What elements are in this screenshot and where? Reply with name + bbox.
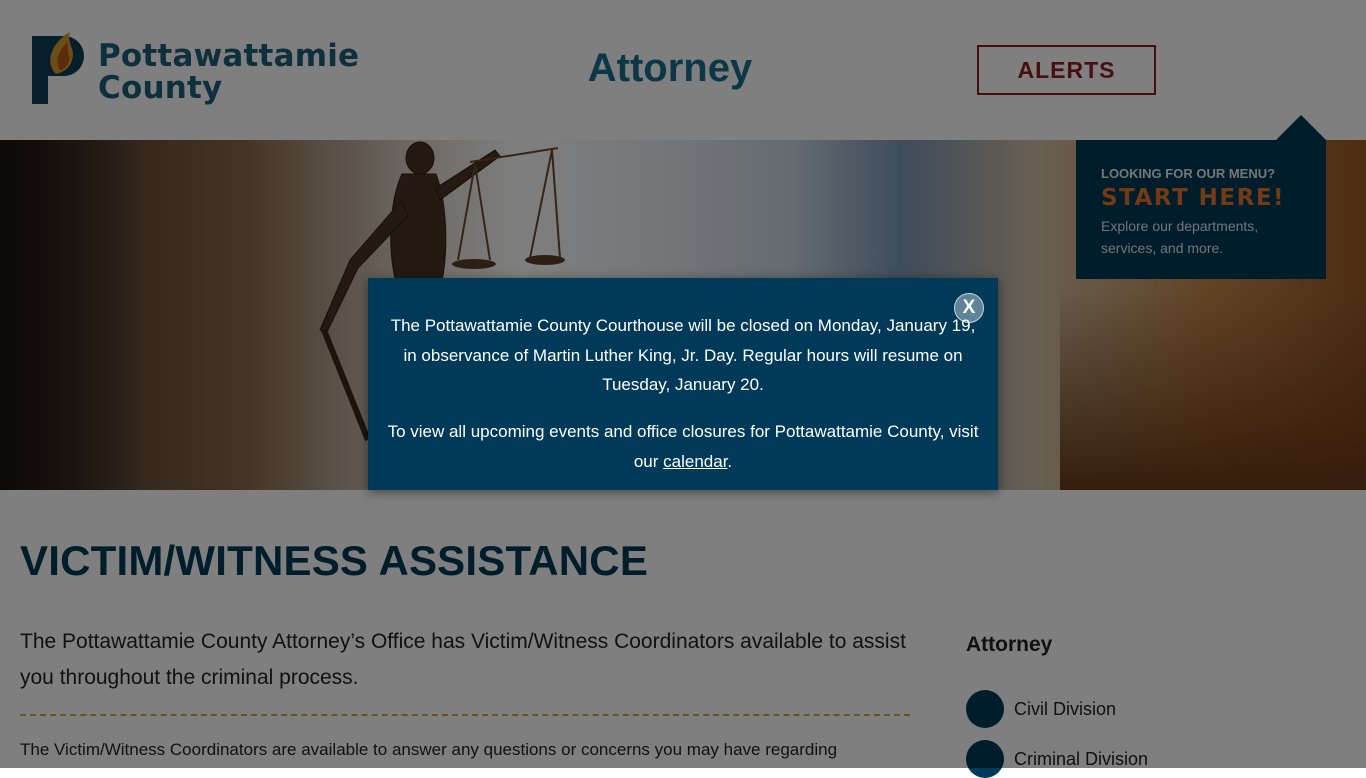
calendar-link[interactable]: calendar bbox=[663, 452, 727, 471]
modal-message: The Pottawattamie County Courthouse will… bbox=[390, 316, 976, 394]
modal-calendar-suffix: . bbox=[727, 451, 733, 471]
modal-calendar-message: To view all upcoming events and office c… bbox=[378, 417, 988, 476]
closure-alert-modal: X The Pottawattamie County Courthouse wi… bbox=[368, 278, 998, 490]
